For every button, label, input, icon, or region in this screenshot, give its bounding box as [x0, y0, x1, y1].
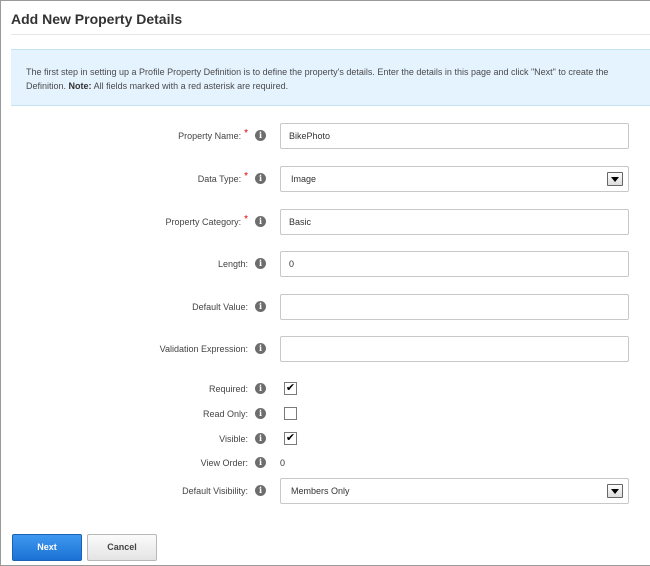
view-order-row: View Order: i 0 [1, 450, 650, 476]
read-only-checkbox[interactable] [284, 407, 297, 420]
info-icon[interactable]: i [255, 216, 266, 227]
visible-checkbox[interactable]: ✔ [284, 432, 297, 445]
length-row: Length: i [1, 251, 650, 277]
info-line-2: Definition. Note: All fields marked with… [26, 79, 650, 93]
property-details-panel: Add New Property Details The first step … [0, 0, 650, 566]
default-visibility-select[interactable]: Members Only [280, 478, 629, 504]
read-only-row: Read Only: i [1, 401, 650, 427]
required-checkbox[interactable]: ✔ [284, 382, 297, 395]
cancel-button[interactable]: Cancel [87, 534, 157, 561]
required-row: Required: i ✔ [1, 376, 650, 402]
visible-row: Visible: i ✔ [1, 426, 650, 452]
required-label: Required: [208, 384, 248, 394]
view-order-value: 0 [280, 458, 286, 468]
data-type-row: Data Type: * i Image [1, 166, 650, 192]
data-type-selected-value: Image [291, 174, 317, 184]
default-value-label: Default Value: [192, 302, 248, 312]
next-button[interactable]: Next [12, 534, 82, 561]
info-icon[interactable]: i [255, 383, 266, 394]
info-line-1: The first step in setting up a Profile P… [26, 67, 609, 77]
title-divider [11, 34, 650, 35]
info-icon[interactable]: i [255, 433, 266, 444]
info-message: The first step in setting up a Profile P… [11, 49, 650, 106]
property-category-row: Property Category: * i [1, 209, 650, 235]
info-icon[interactable]: i [255, 130, 266, 141]
info-icon[interactable]: i [255, 485, 266, 496]
data-type-label: Data Type: * [197, 171, 248, 184]
property-name-label: Property Name: * [178, 128, 248, 141]
info-icon[interactable]: i [255, 408, 266, 419]
validation-expression-row: Validation Expression: i [1, 336, 650, 362]
default-value-row: Default Value: i [1, 294, 650, 320]
property-category-input[interactable] [280, 209, 629, 235]
info-icon[interactable]: i [255, 457, 266, 468]
dropdown-arrow-icon[interactable] [607, 172, 623, 186]
page-title: Add New Property Details [11, 11, 183, 27]
view-order-label: View Order: [200, 458, 248, 468]
dropdown-arrow-icon[interactable] [607, 484, 623, 498]
required-asterisk: * [244, 171, 248, 182]
info-icon[interactable]: i [255, 301, 266, 312]
validation-expression-label: Validation Expression: [159, 344, 248, 354]
default-visibility-label: Default Visibility: [182, 486, 248, 496]
property-name-input[interactable] [280, 123, 629, 149]
info-icon[interactable]: i [255, 343, 266, 354]
length-label: Length: [217, 259, 248, 269]
visible-label: Visible: [219, 434, 248, 444]
info-icon[interactable]: i [255, 258, 266, 269]
required-asterisk: * [244, 128, 248, 139]
default-visibility-selected-value: Members Only [291, 486, 350, 496]
note-label: Note: [68, 81, 92, 91]
info-line-2-prefix: Definition. [26, 81, 67, 91]
info-icon[interactable]: i [255, 173, 266, 184]
property-name-row: Property Name: * i [1, 123, 650, 149]
property-category-label: Property Category: * [165, 214, 248, 227]
validation-expression-input[interactable] [280, 336, 629, 362]
default-visibility-row: Default Visibility: i Members Only [1, 478, 650, 504]
length-input[interactable] [280, 251, 629, 277]
data-type-select[interactable]: Image [280, 166, 629, 192]
read-only-label: Read Only: [202, 409, 248, 419]
required-asterisk: * [244, 214, 248, 225]
note-text: All fields marked with a red asterisk ar… [93, 81, 289, 91]
default-value-input[interactable] [280, 294, 629, 320]
